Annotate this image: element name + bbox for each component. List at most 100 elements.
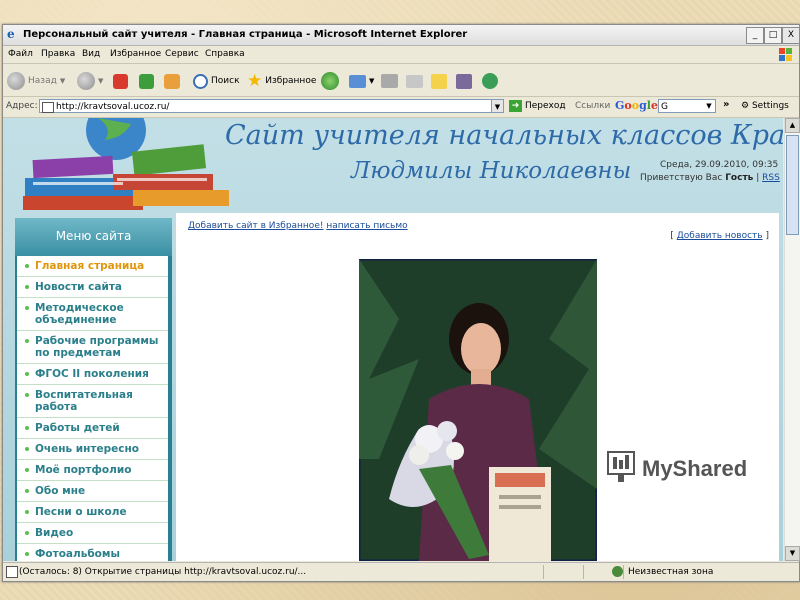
- mail-icon: [349, 74, 366, 88]
- svg-text:MyShared: MyShared: [642, 456, 747, 481]
- menu-item-fgos[interactable]: ФГОС II поколения: [17, 364, 168, 385]
- menu-item-home[interactable]: Главная страница: [17, 256, 168, 277]
- forward-arrow-icon: [77, 72, 95, 90]
- add-news-link[interactable]: Добавить новость: [677, 231, 763, 241]
- zone-globe-icon: [612, 566, 623, 577]
- sidebar-header: Меню сайта: [15, 218, 172, 256]
- address-input[interactable]: http://kravtsoval.ucoz.ru/: [39, 99, 499, 113]
- page-viewport: Сайт учителя начальных классов Кравцовой…: [3, 118, 783, 561]
- page-icon: [42, 102, 54, 113]
- more-chevron-icon[interactable]: »: [723, 99, 729, 110]
- favorites-button[interactable]: ★ Избранное: [247, 71, 316, 91]
- menu-file[interactable]: Файл: [8, 49, 33, 59]
- menu-favorites[interactable]: Избранное: [110, 49, 161, 59]
- research-icon: [456, 73, 472, 89]
- menu-item-interesting[interactable]: Очень интересно: [17, 439, 168, 460]
- discuss-button[interactable]: [431, 71, 447, 91]
- greeting-separator: |: [756, 173, 760, 183]
- menu-item-albums[interactable]: Фотоальбомы: [17, 544, 168, 561]
- top-links: Добавить сайт в Избранное! написать пись…: [188, 221, 408, 231]
- site-header: Сайт учителя начальных классов Кравцовой…: [3, 118, 783, 210]
- bracket-close: ]: [765, 231, 769, 241]
- messenger-button[interactable]: [482, 71, 498, 91]
- printer-icon: [381, 74, 398, 88]
- forward-button[interactable]: ▼: [77, 71, 103, 91]
- books-globe-illustration: [23, 118, 229, 210]
- links-label[interactable]: Ссылки: [575, 101, 610, 111]
- menu-item-programs[interactable]: Рабочие программы по предметам: [17, 331, 168, 364]
- search-label: Поиск: [211, 76, 240, 86]
- menu-item-methodical[interactable]: Методическое объединение: [17, 298, 168, 331]
- address-label: Адрес:: [6, 101, 38, 111]
- bracket-open: [: [670, 231, 674, 241]
- menu-view[interactable]: Вид: [82, 49, 100, 59]
- greeting-user: Гость: [725, 173, 754, 183]
- minimize-button[interactable]: _: [746, 27, 764, 44]
- search-button[interactable]: Поиск: [193, 71, 240, 91]
- refresh-icon: [139, 73, 154, 89]
- go-button[interactable]: ➜ Переход: [509, 100, 566, 112]
- scroll-down-button[interactable]: ▼: [785, 546, 800, 561]
- scroll-thumb[interactable]: [786, 135, 799, 235]
- note-icon: [431, 73, 447, 89]
- menu-item-portfolio[interactable]: Моё портфолио: [17, 460, 168, 481]
- windows-flag-icon: [779, 48, 792, 61]
- go-label: Переход: [525, 101, 566, 111]
- google-dropdown[interactable]: ▼: [703, 100, 715, 112]
- messenger-icon: [482, 73, 498, 89]
- maximize-button[interactable]: □: [764, 27, 782, 44]
- menu-bar: Файл Правка Вид Избранное Сервис Справка: [3, 46, 799, 64]
- status-separator: [623, 565, 624, 579]
- main-content: Добавить сайт в Избранное! написать пись…: [176, 213, 779, 561]
- toolbar: Назад ▼ ▼ Поиск ★ Избранное ▼: [3, 64, 799, 97]
- settings-button[interactable]: ⚙ Settings: [741, 101, 789, 111]
- greeting-prefix: Приветствую Вас: [640, 173, 723, 183]
- menu-item-video[interactable]: Видео: [17, 523, 168, 544]
- site-title-line2: Людмилы Николаевны: [351, 158, 632, 184]
- go-arrow-icon: ➜: [509, 100, 522, 112]
- scroll-up-button[interactable]: ▲: [785, 118, 800, 133]
- write-letter-link[interactable]: написать письмо: [326, 221, 407, 231]
- rss-link[interactable]: RSS: [762, 173, 780, 183]
- print-button[interactable]: [381, 71, 398, 91]
- menu-edit[interactable]: Правка: [41, 49, 75, 59]
- edit-button[interactable]: [406, 71, 423, 91]
- back-button[interactable]: Назад ▼: [7, 71, 65, 91]
- security-zone: Неизвестная зона: [628, 567, 714, 577]
- site-title-line1: Сайт учителя начальных классов Кравцовой: [225, 120, 783, 151]
- menu-item-songs[interactable]: Песни о школе: [17, 502, 168, 523]
- stop-button[interactable]: [113, 71, 128, 91]
- menu-help[interactable]: Справка: [205, 49, 245, 59]
- back-arrow-icon: [7, 72, 25, 90]
- google-toolbar-logo: Google: [615, 99, 658, 112]
- refresh-button[interactable]: [139, 71, 154, 91]
- search-icon: [193, 73, 208, 89]
- back-label: Назад: [28, 76, 57, 86]
- menu-tools[interactable]: Сервис: [165, 49, 199, 59]
- date-time: Среда, 29.09.2010, 09:35: [660, 160, 779, 170]
- greeting-line: Приветствую Вас Гость | RSS: [640, 173, 780, 183]
- status-separator: [543, 565, 544, 579]
- menu-item-about[interactable]: Обо мне: [17, 481, 168, 502]
- status-separator: [583, 565, 584, 579]
- research-button[interactable]: [456, 71, 472, 91]
- history-icon: [321, 72, 339, 90]
- settings-label: Settings: [751, 101, 789, 111]
- menu-item-education[interactable]: Воспитательная работа: [17, 385, 168, 418]
- add-news-box: [ Добавить новость ]: [670, 231, 769, 241]
- mail-button[interactable]: ▼: [349, 71, 374, 91]
- teacher-photo: [359, 259, 597, 561]
- close-button[interactable]: X: [782, 27, 800, 44]
- add-favorites-link[interactable]: Добавить сайт в Избранное!: [188, 221, 323, 231]
- title-bar: e Персональный сайт учителя - Главная ст…: [3, 25, 800, 46]
- address-dropdown[interactable]: ▼: [491, 99, 504, 113]
- window-title: Персональный сайт учителя - Главная стра…: [23, 29, 468, 40]
- menu-item-children-works[interactable]: Работы детей: [17, 418, 168, 439]
- browser-window: e Персональный сайт учителя - Главная ст…: [2, 24, 800, 582]
- history-button[interactable]: [321, 71, 339, 91]
- home-button[interactable]: [164, 71, 180, 91]
- menu-item-news[interactable]: Новости сайта: [17, 277, 168, 298]
- vertical-scrollbar[interactable]: ▲ ▼: [784, 118, 800, 561]
- myshared-watermark: MyShared: [607, 451, 747, 482]
- address-bar: Адрес: http://kravtsoval.ucoz.ru/ ▼ ➜ Пе…: [3, 97, 799, 118]
